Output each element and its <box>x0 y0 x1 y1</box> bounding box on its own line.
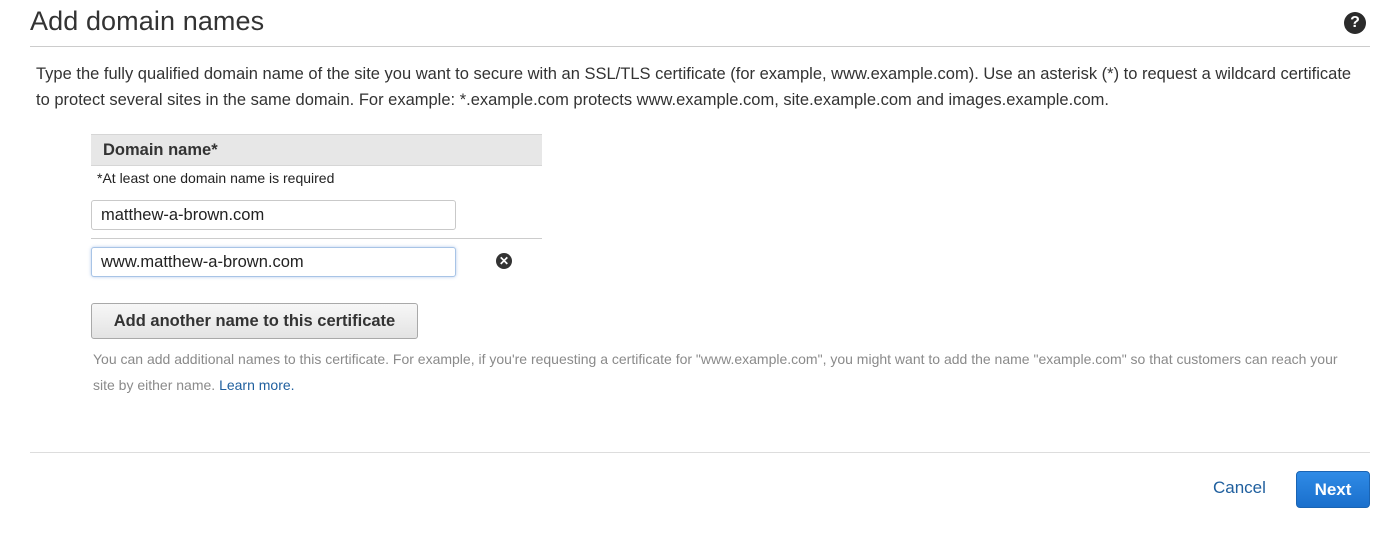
add-another-name-button[interactable]: Add another name to this certificate <box>91 303 418 339</box>
next-button[interactable]: Next <box>1296 471 1370 508</box>
additional-names-help-text: You can add additional names to this cer… <box>93 346 1363 398</box>
title-divider <box>30 46 1370 47</box>
domain-table: Domain name* <box>91 134 542 166</box>
page-title: Add domain names <box>30 6 265 36</box>
add-domain-names-page: Add domain names ? Type the fully qualif… <box>0 0 1400 542</box>
footer-divider <box>30 452 1370 453</box>
domain-name-column-header: Domain name* <box>91 134 542 166</box>
required-note: *At least one domain name is required <box>97 170 335 186</box>
instructions-text: Type the fully qualified domain name of … <box>36 65 1352 109</box>
learn-more-link[interactable]: Learn more. <box>219 377 294 393</box>
cancel-button[interactable]: Cancel <box>1213 478 1266 498</box>
domain-name-input-1[interactable] <box>91 200 456 230</box>
question-circle-icon[interactable]: ? <box>1344 12 1366 34</box>
remove-circle-icon[interactable]: ✕ <box>496 253 512 269</box>
row-divider <box>91 238 542 239</box>
domain-name-input-2[interactable] <box>91 247 456 277</box>
